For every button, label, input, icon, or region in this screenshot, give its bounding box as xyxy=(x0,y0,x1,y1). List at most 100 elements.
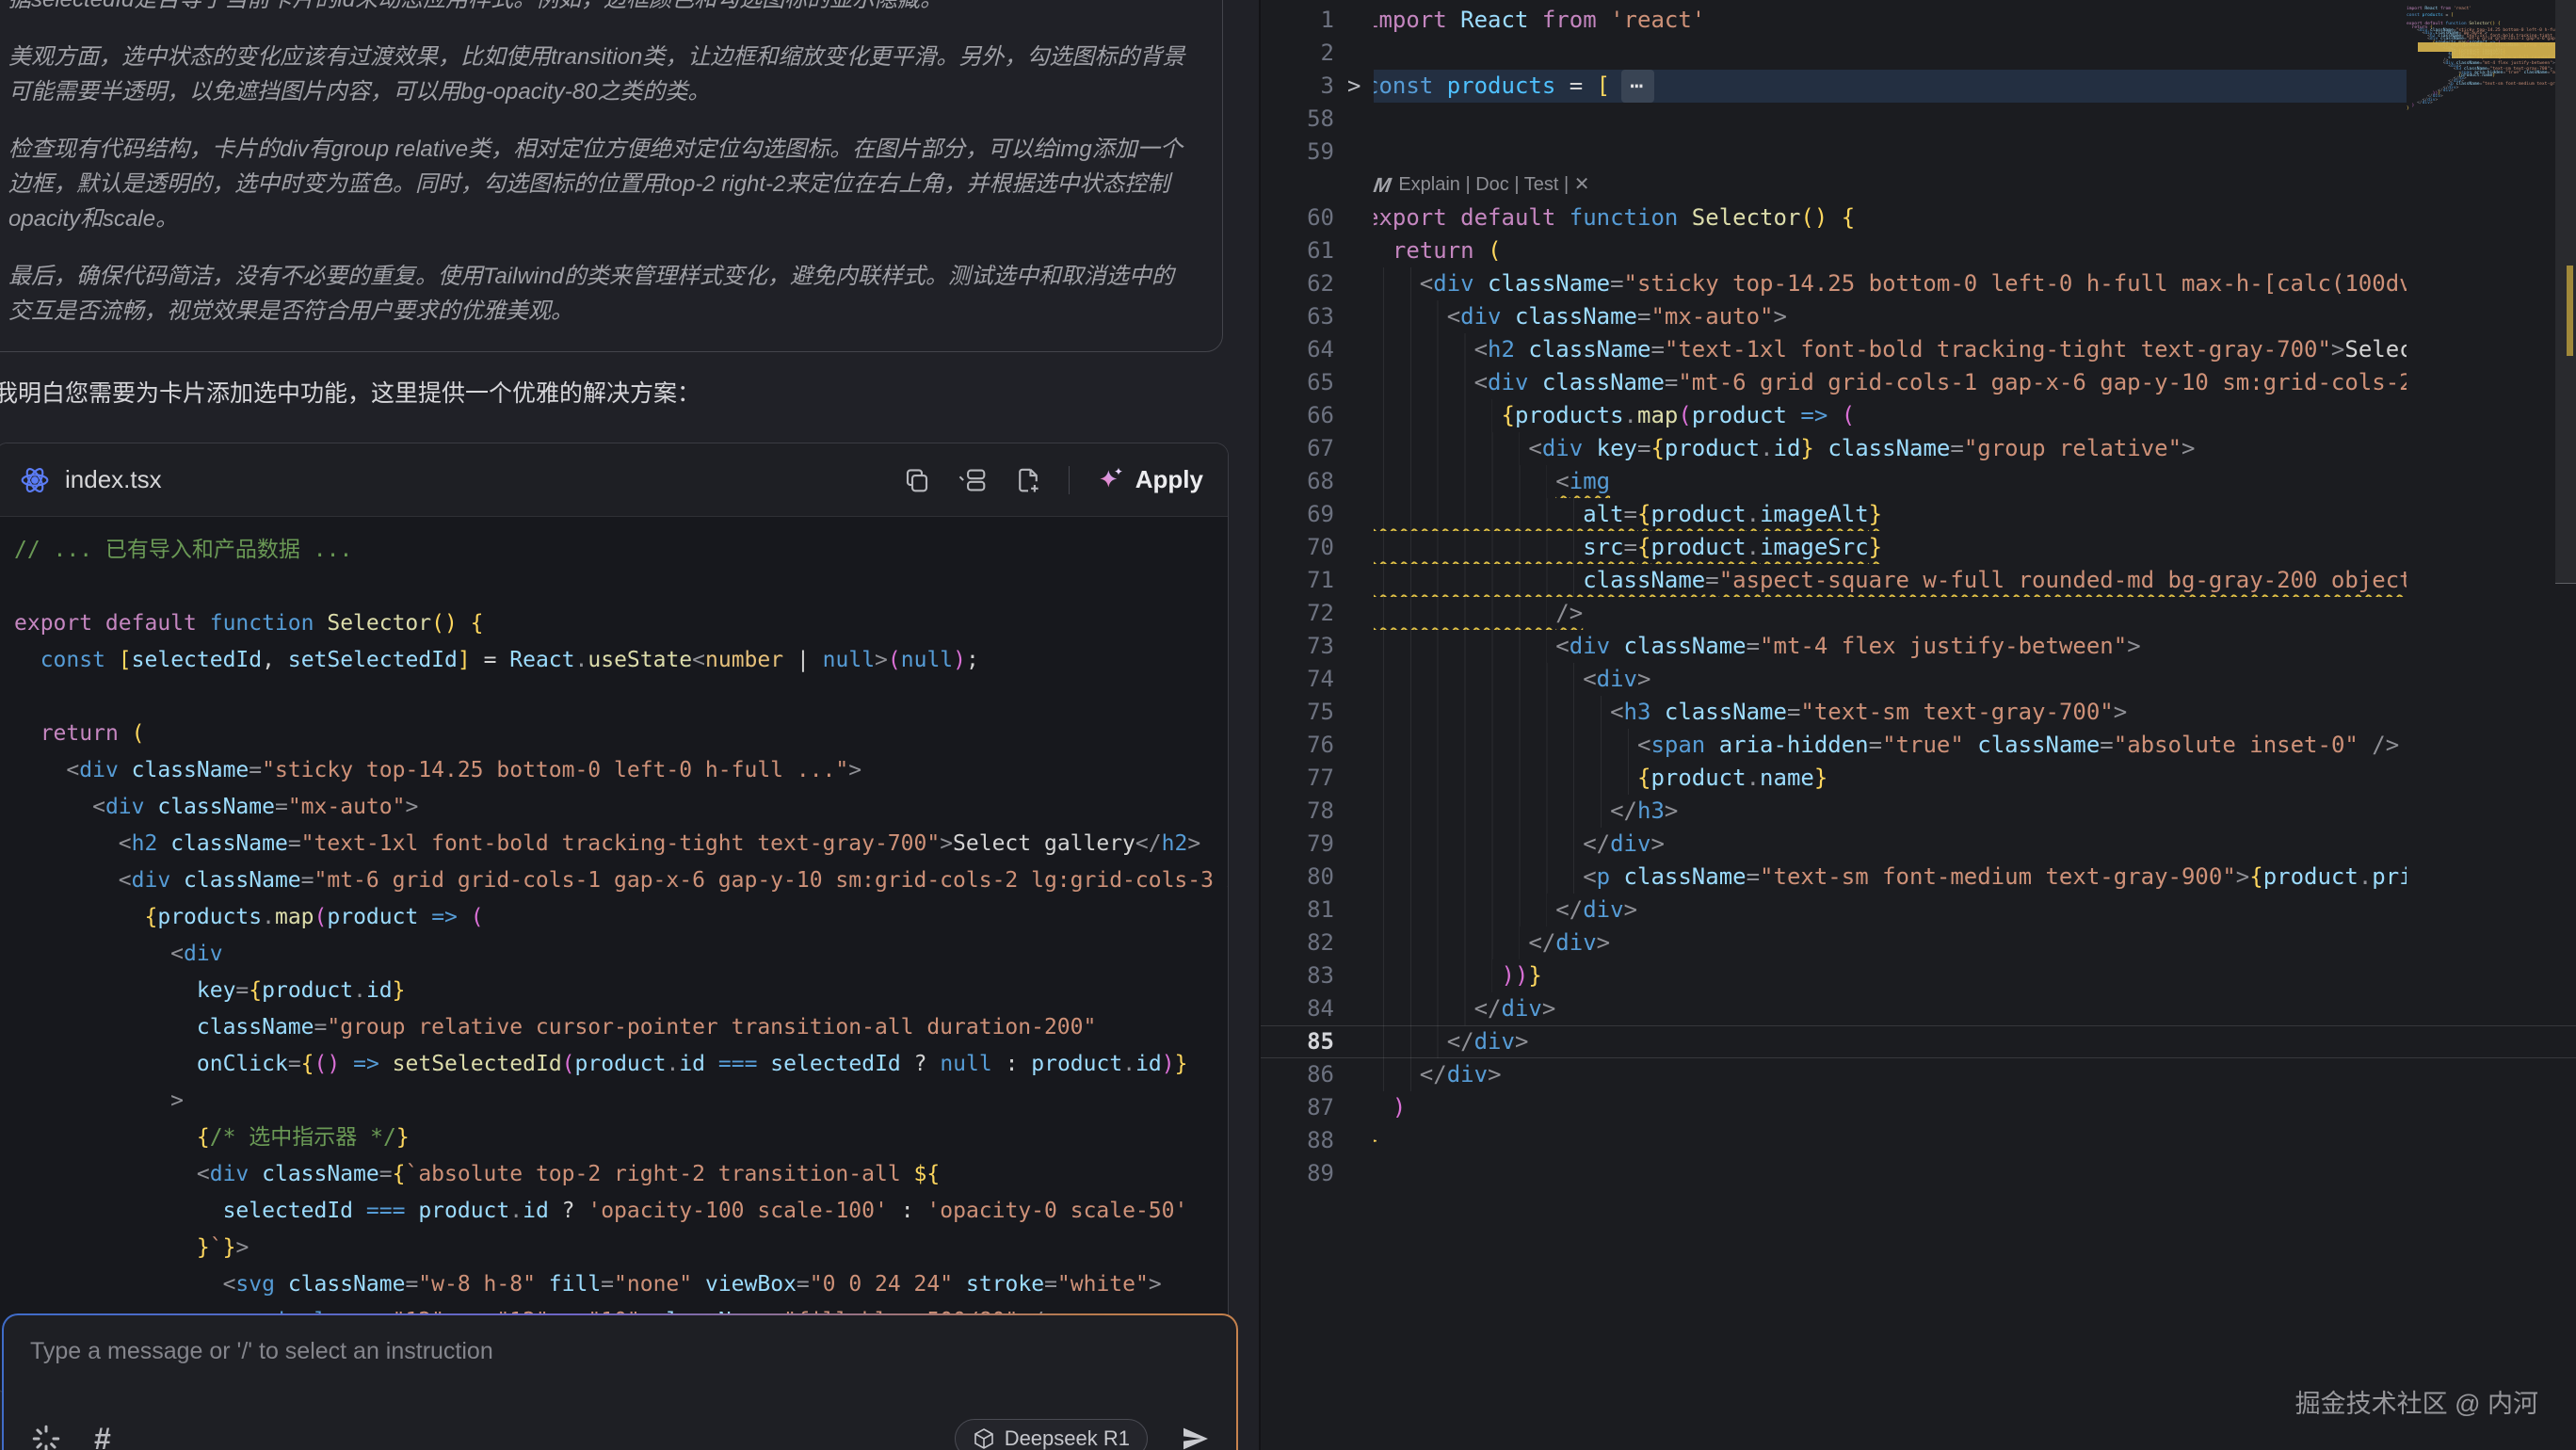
editor-line[interactable]: 61 return ( xyxy=(1261,234,2576,267)
minimap-warning-highlight xyxy=(2418,42,2555,52)
editor-line[interactable]: 85 </div> xyxy=(1261,1025,2576,1058)
sparkle-icon xyxy=(1096,465,1126,495)
editor-line[interactable]: 87 ) xyxy=(1261,1091,2576,1124)
code-line: <h2 className="text-1xl font-bold tracki… xyxy=(14,826,1228,862)
line-number: 79 xyxy=(1261,828,1334,861)
editor-line[interactable]: 67 <div key={product.id} className="grou… xyxy=(1261,432,2576,465)
line-number: 64 xyxy=(1261,333,1334,366)
line-number: 71 xyxy=(1261,564,1334,597)
line-number: 63 xyxy=(1261,300,1334,333)
folded-code-badge[interactable]: ⋯ xyxy=(1621,70,1653,103)
code-line: <div className="mt-6 grid grid-cols-1 ga… xyxy=(14,862,1228,899)
line-number: 81 xyxy=(1261,894,1334,926)
code-filename: index.tsx xyxy=(65,465,162,494)
editor-line[interactable]: 76 <span aria-hidden="true" className="a… xyxy=(1261,729,2576,762)
line-number: 61 xyxy=(1261,234,1334,267)
editor-line[interactable]: 2 xyxy=(1261,37,2576,70)
editor-line[interactable]: 58 xyxy=(1261,103,2576,136)
code-line: <div className={`absolute top-2 right-2 … xyxy=(14,1156,1228,1193)
fold-chevron-icon[interactable]: > xyxy=(1347,70,1360,103)
editor-line[interactable]: 75 <h3 className="text-sm text-gray-700"… xyxy=(1261,696,2576,729)
app-window: 据selectedId是否等于当前卡片的id来动态应用样式。例如，边框颜色和勾选… xyxy=(0,0,2576,1450)
line-number: 65 xyxy=(1261,366,1334,399)
editor-line[interactable]: 63 <div className="mx-auto"> xyxy=(1261,300,2576,333)
editor-line[interactable]: 69 alt={product.imageAlt} xyxy=(1261,498,2576,531)
apply-button[interactable]: Apply xyxy=(1096,465,1203,495)
code-line: export default function Selector() { xyxy=(14,605,1228,642)
warning-squiggle: <img xyxy=(1555,468,1610,494)
editor-line[interactable]: 1import React from 'react' xyxy=(1261,4,2576,37)
chat-input[interactable]: Type a message or '/' to select an instr… xyxy=(30,1338,1210,1365)
editor-line[interactable]: 64 <h2 className="text-1xl font-bold tra… xyxy=(1261,333,2576,366)
react-icon xyxy=(20,465,50,495)
copy-icon[interactable] xyxy=(903,466,931,494)
minimap-code: import React from 'react' const products… xyxy=(2407,8,2555,113)
line-number: 77 xyxy=(1261,762,1334,795)
editor-line[interactable]: 65 <div className="mt-6 grid grid-cols-1… xyxy=(1261,366,2576,399)
line-number: 84 xyxy=(1261,992,1334,1025)
spinner-sparkle-icon[interactable] xyxy=(30,1423,62,1450)
line-number: 87 xyxy=(1261,1091,1334,1124)
line-number: 86 xyxy=(1261,1058,1334,1091)
line-number: 59 xyxy=(1261,136,1334,169)
editor-line[interactable]: 68 <img xyxy=(1261,465,2576,498)
thinking-paragraph: 美观方面，选中状态的变化应该有过渡效果，比如使用transition类，让边框和… xyxy=(8,40,1194,109)
divider xyxy=(1069,466,1070,494)
line-number: 75 xyxy=(1261,696,1334,729)
apply-label: Apply xyxy=(1135,465,1203,494)
editor-line[interactable]: 3>const products = [⋯ xyxy=(1261,70,2576,103)
code-line: <div className="sticky top-14.25 bottom-… xyxy=(14,752,1228,789)
editor-line[interactable]: 84 </div> xyxy=(1261,992,2576,1025)
editor-line[interactable]: 70 src={product.imageSrc} xyxy=(1261,531,2576,564)
chat-input-container: Type a message or '/' to select an instr… xyxy=(2,1313,1238,1450)
code-line: {/* 选中指示器 */} xyxy=(14,1120,1228,1156)
line-number: 67 xyxy=(1261,432,1334,465)
editor-line[interactable]: 81 </div> xyxy=(1261,894,2576,926)
editor-line[interactable]: 88} xyxy=(1261,1124,2576,1157)
codelens-actions[interactable]: Explain | Doc | Test | ✕ xyxy=(1398,169,1589,201)
model-selector[interactable]: Deepseek R1 xyxy=(955,1419,1148,1450)
new-file-icon[interactable] xyxy=(1014,466,1042,494)
editor-line[interactable]: 79 </div> xyxy=(1261,828,2576,861)
code-line: > xyxy=(14,1083,1228,1120)
code-line: {products.map(product => ( xyxy=(14,899,1228,936)
editor-line[interactable]: 74 <div> xyxy=(1261,663,2576,696)
editor-line[interactable]: 60export default function Selector() { xyxy=(1261,201,2576,234)
line-number: 58 xyxy=(1261,103,1334,136)
watermark: 掘金技术社区 @ 内河 xyxy=(2295,1383,2538,1420)
context-hash-icon[interactable]: # xyxy=(94,1424,111,1450)
line-number: 74 xyxy=(1261,663,1334,696)
minimap[interactable]: import React from 'react' const products… xyxy=(2407,2,2555,153)
codelens[interactable]: MExplain | Doc | Test | ✕ xyxy=(1261,169,2576,201)
line-number: 70 xyxy=(1261,531,1334,564)
line-number: 88 xyxy=(1261,1124,1334,1157)
editor-line[interactable]: 83 ))} xyxy=(1261,959,2576,992)
thinking-block: 据selectedId是否等于当前卡片的id来动态应用样式。例如，边框颜色和勾选… xyxy=(0,0,1223,352)
line-number: 82 xyxy=(1261,926,1334,959)
editor-line[interactable]: 66 {products.map(product => ( xyxy=(1261,399,2576,432)
insert-at-cursor-icon[interactable] xyxy=(958,466,988,494)
editor-code-area: 1import React from 'react'23>const produ… xyxy=(1261,4,2576,1190)
line-number: 62 xyxy=(1261,267,1334,300)
code-line: return ( xyxy=(14,716,1228,752)
code-block-header: index.tsx xyxy=(0,443,1228,517)
assistant-message: 我明白您需要为卡片添加选中功能，这里提供一个优雅的解决方案： xyxy=(0,377,1225,411)
editor-line[interactable]: 73 <div className="mt-4 flex justify-bet… xyxy=(1261,630,2576,663)
editor-line[interactable]: 89 xyxy=(1261,1157,2576,1190)
cube-icon xyxy=(973,1427,995,1450)
editor-line[interactable]: 62 <div className="sticky top-14.25 bott… xyxy=(1261,267,2576,300)
editor-line[interactable]: 82 </div> xyxy=(1261,926,2576,959)
editor-line[interactable]: 86 </div> xyxy=(1261,1058,2576,1091)
editor-line[interactable]: 78 </h3> xyxy=(1261,795,2576,828)
editor-line[interactable]: 72 /> xyxy=(1261,597,2576,630)
send-icon[interactable] xyxy=(1180,1424,1210,1450)
editor-line[interactable]: 80 <p className="text-sm font-medium tex… xyxy=(1261,861,2576,894)
line-number: 3 xyxy=(1261,70,1334,103)
editor-scrollbar[interactable] xyxy=(2555,0,2576,1450)
code-line: <svg className="w-8 h-8" fill="none" vie… xyxy=(14,1266,1228,1303)
editor-line[interactable]: 59 xyxy=(1261,136,2576,169)
editor-line[interactable]: 77 {product.name} xyxy=(1261,762,2576,795)
editor-line[interactable]: 71 className="aspect-square w-full round… xyxy=(1261,564,2576,597)
code-line xyxy=(14,679,1228,716)
code-line: const [selectedId, setSelectedId] = Reac… xyxy=(14,642,1228,679)
